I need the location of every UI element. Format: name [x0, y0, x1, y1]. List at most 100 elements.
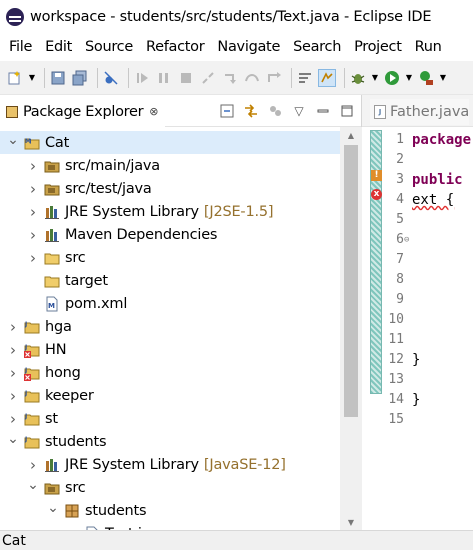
- toolbar-separator: [128, 67, 129, 88]
- collapsed-arrow-icon[interactable]: ›: [26, 203, 40, 221]
- tree-item[interactable]: › Maven Dependencies: [0, 223, 340, 246]
- tree-item[interactable]: ⌄ Jstudents: [0, 430, 340, 453]
- view-title: Package Explorer: [23, 103, 144, 120]
- folder-icon: [44, 273, 60, 289]
- tree-item-label: HN: [45, 341, 67, 358]
- tree-item[interactable]: › Jhga: [0, 315, 340, 338]
- scroll-up-icon[interactable]: ▲: [340, 127, 362, 143]
- tree-item[interactable]: › Jhong: [0, 361, 340, 384]
- tree-item[interactable]: target: [0, 269, 340, 292]
- tree-item[interactable]: JText.java: [0, 522, 340, 530]
- expanded-arrow-icon[interactable]: ⌄: [6, 132, 20, 148]
- focus-on-active-task-icon[interactable]: [267, 103, 283, 119]
- tree-item[interactable]: › J HN: [0, 338, 340, 361]
- collapsed-arrow-icon[interactable]: ›: [6, 387, 20, 405]
- warning-icon[interactable]: !: [371, 170, 382, 181]
- source-folder-icon: [44, 480, 60, 496]
- collapsed-arrow-icon[interactable]: ›: [6, 410, 20, 428]
- expanded-arrow-icon[interactable]: ⌄: [46, 500, 60, 516]
- collapsed-arrow-icon[interactable]: ›: [6, 364, 20, 382]
- new-icon[interactable]: [6, 69, 24, 87]
- tree-item[interactable]: › Jst: [0, 407, 340, 430]
- run-dropdown-icon[interactable]: ▼: [405, 69, 413, 87]
- line-number: 15: [384, 410, 404, 430]
- expanded-arrow-icon[interactable]: ⌄: [6, 431, 20, 447]
- tree-item-label: src: [65, 479, 86, 496]
- tab-package-explorer[interactable]: Package Explorer ⊗: [0, 94, 165, 127]
- maximize-icon[interactable]: [339, 103, 355, 119]
- line-number: 3: [384, 170, 404, 190]
- collapsed-arrow-icon[interactable]: ›: [26, 249, 40, 267]
- external-tools-icon[interactable]: [417, 69, 435, 87]
- tree-item[interactable]: › src/main/java: [0, 154, 340, 177]
- close-view-button[interactable]: ⊗: [149, 105, 158, 118]
- tree-item[interactable]: › Jkeeper: [0, 384, 340, 407]
- menu-navigate[interactable]: Navigate: [212, 39, 285, 55]
- toggle-mark-occurrences-icon[interactable]: [318, 68, 336, 87]
- menu-run[interactable]: Run: [410, 39, 447, 55]
- scroll-down-icon[interactable]: ▼: [340, 514, 362, 530]
- tree-item-label: target: [65, 272, 108, 289]
- external-tools-dropdown-icon[interactable]: ▼: [439, 69, 447, 87]
- save-icon[interactable]: [49, 69, 67, 87]
- error-icon[interactable]: x: [371, 189, 382, 200]
- link-with-editor-icon[interactable]: [243, 103, 259, 119]
- menu-project[interactable]: Project: [349, 39, 407, 55]
- tree-item-label: src/test/java: [65, 180, 152, 197]
- tree-item[interactable]: › JRE System Library [JavaSE-12]: [0, 453, 340, 476]
- library-icon: [44, 227, 60, 243]
- tab-father-java[interactable]: J Father.java: [370, 99, 470, 125]
- line-number-text: 8: [396, 272, 404, 287]
- run-icon[interactable]: [383, 69, 401, 87]
- code-line-14: }: [412, 390, 420, 410]
- resume-icon[interactable]: [133, 69, 151, 87]
- use-step-filters-icon[interactable]: [296, 69, 314, 87]
- collapse-all-icon[interactable]: [219, 103, 235, 119]
- step-over-icon[interactable]: [243, 69, 261, 87]
- line-number: 11: [384, 330, 404, 350]
- tree-item-label: hong: [45, 364, 81, 381]
- line-number: 14: [384, 390, 404, 410]
- svg-text:J: J: [24, 436, 27, 443]
- minimize-icon[interactable]: [315, 103, 331, 119]
- collapsed-arrow-icon[interactable]: ›: [6, 318, 20, 336]
- new-dropdown-icon[interactable]: ▼: [28, 69, 36, 87]
- collapsed-arrow-icon[interactable]: ›: [26, 157, 40, 175]
- step-return-icon[interactable]: [265, 69, 283, 87]
- code-text[interactable]: package public ext { } }: [410, 127, 473, 530]
- tree-item-label: src: [65, 249, 86, 266]
- collapsed-arrow-icon[interactable]: ›: [6, 341, 20, 359]
- save-all-icon[interactable]: [71, 69, 89, 87]
- disconnect-icon[interactable]: [199, 69, 217, 87]
- menu-refactor[interactable]: Refactor: [141, 39, 209, 55]
- view-menu-icon[interactable]: ▽: [291, 103, 307, 119]
- tree-item[interactable]: › src/test/java: [0, 177, 340, 200]
- fold-collapse-icon[interactable]: ⊖: [404, 230, 409, 250]
- tree-item[interactable]: ⌄ src: [0, 476, 340, 499]
- tree-item-label: JRE System Library: [65, 456, 199, 473]
- menu-source[interactable]: Source: [80, 39, 138, 55]
- tree-item[interactable]: Mpom.xml: [0, 292, 340, 315]
- step-into-icon[interactable]: [221, 69, 239, 87]
- skip-breakpoints-icon[interactable]: [102, 69, 120, 87]
- tree-item[interactable]: › src: [0, 246, 340, 269]
- collapsed-arrow-icon[interactable]: ›: [26, 180, 40, 198]
- collapsed-arrow-icon[interactable]: ›: [26, 456, 40, 474]
- expanded-arrow-icon[interactable]: ⌄: [26, 477, 40, 493]
- menu-search[interactable]: Search: [288, 39, 346, 55]
- menu-file[interactable]: File: [4, 39, 37, 55]
- menu-edit[interactable]: Edit: [40, 39, 77, 55]
- tree-item[interactable]: › JRE System Library [J2SE-1.5]: [0, 200, 340, 223]
- tree-item[interactable]: ⌄ students: [0, 499, 340, 522]
- collapsed-arrow-icon[interactable]: ›: [26, 226, 40, 244]
- terminate-icon[interactable]: [177, 69, 195, 87]
- vertical-scrollbar[interactable]: ▲ ▼: [340, 127, 362, 530]
- scrollbar-thumb[interactable]: [344, 145, 358, 417]
- tree-item[interactable]: ⌄ M J Cat: [0, 131, 340, 154]
- svg-text:J: J: [24, 390, 27, 397]
- suspend-icon[interactable]: [155, 69, 173, 87]
- line-number-text: 1: [396, 132, 404, 147]
- debug-icon[interactable]: [349, 69, 367, 87]
- debug-dropdown-icon[interactable]: ▼: [371, 69, 379, 87]
